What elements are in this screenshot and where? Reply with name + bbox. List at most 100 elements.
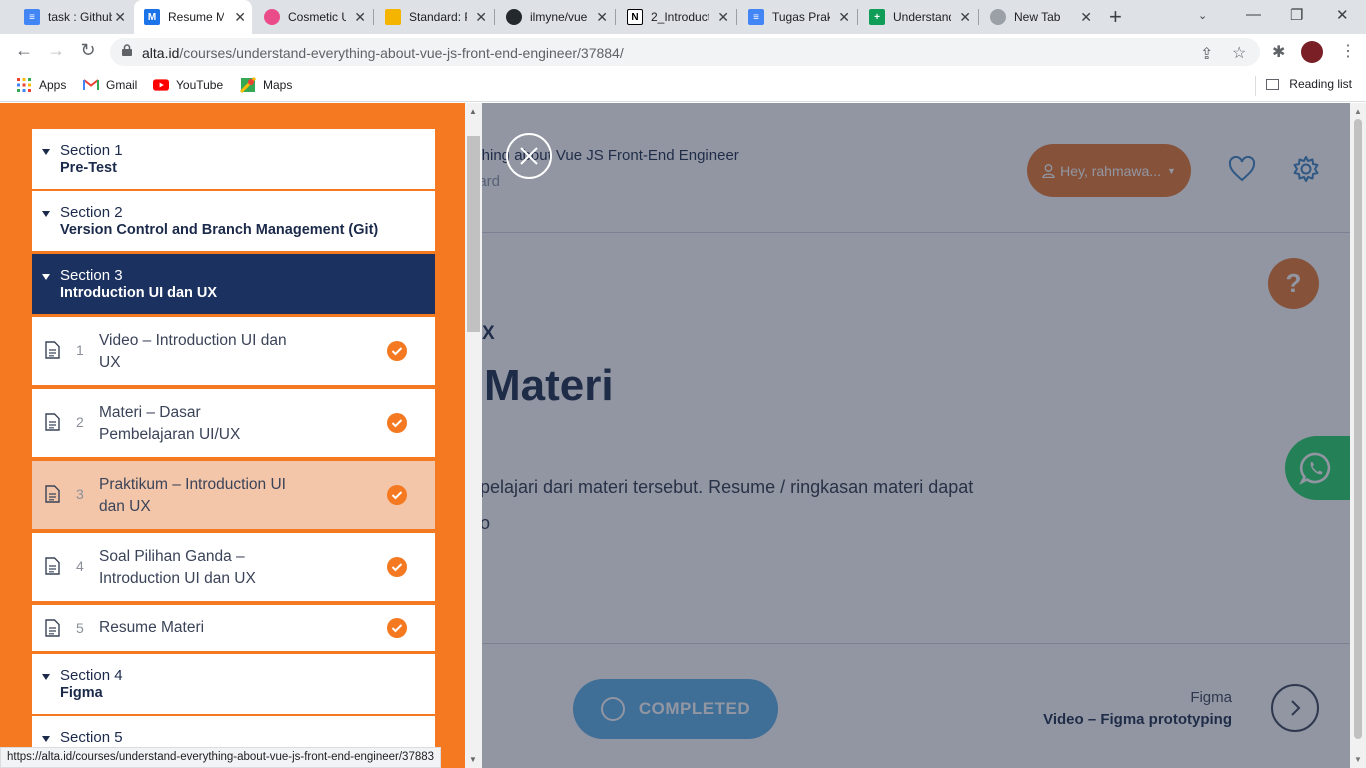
restore-icon[interactable]: ❐ (1290, 6, 1303, 24)
section-number: Section 3 (60, 267, 123, 284)
scroll-up-icon[interactable]: ▲ (469, 107, 477, 116)
link-status-bar: https://alta.id/courses/understand-every… (0, 747, 442, 768)
profile-avatar[interactable] (1301, 41, 1323, 63)
extensions-icon[interactable]: ✱ (1272, 42, 1285, 62)
document-icon (45, 413, 60, 431)
section-name: Version Control and Branch Management (G… (60, 222, 379, 238)
tab-github-vue[interactable]: ilmyne/vue ✕ (496, 0, 614, 34)
window-close-icon[interactable]: ✕ (1336, 6, 1349, 24)
address-bar[interactable]: alta.id/courses/understand-everything-ab… (110, 38, 1260, 66)
sidebar-scrollbar[interactable]: ▲ ▼ (465, 103, 482, 768)
section-2[interactable]: Section 2 Version Control and Branch Man… (32, 191, 435, 251)
lesson-title: Soal Pilihan Ganda – Introduction UI dan… (99, 548, 256, 587)
document-icon (45, 341, 60, 359)
tab-strip: ≡ task : Github ✕ M Resume Materi ✕ Cosm… (0, 0, 1366, 34)
close-icon[interactable]: ✕ (596, 9, 608, 26)
tab-cosmetic[interactable]: Cosmetic UI ✕ (254, 0, 372, 34)
url-host: alta.id (142, 45, 180, 61)
section-1[interactable]: Section 1 Pre-Test (32, 129, 435, 189)
scroll-down-icon[interactable]: ▼ (1354, 755, 1362, 764)
bookmarks-bar: Apps Gmail YouTube Maps Reading list (0, 70, 1366, 102)
tab-title: Understanding (893, 10, 951, 24)
bookmark-label: Gmail (106, 78, 138, 92)
tab-notion[interactable]: N 2_Introduction ✕ (617, 0, 735, 34)
tab-title: New Tab (1014, 10, 1061, 24)
scroll-up-icon[interactable]: ▲ (1354, 107, 1362, 116)
close-sidebar-button[interactable] (506, 133, 552, 179)
tab-title: 2_Introduction (651, 10, 709, 24)
slides-icon (385, 9, 401, 25)
section-4[interactable]: Section 4 Figma (32, 654, 435, 714)
tab-standard[interactable]: Standard: Pengumpulan ✕ (375, 0, 493, 34)
page-viewport: ything about Vue JS Front-End Engineer o… (0, 103, 1366, 768)
caret-down-icon (42, 736, 50, 742)
check-icon (387, 557, 407, 577)
close-icon[interactable]: ✕ (234, 9, 246, 26)
lesson-item-3[interactable]: 3 Praktikum – Introduction UI dan UX (32, 461, 435, 529)
lesson-item-4[interactable]: 4 Soal Pilihan Ganda – Introduction UI d… (32, 533, 435, 601)
lesson-item-2[interactable]: 2 Materi – Dasar Pembelajaran UI/UX (32, 389, 435, 457)
tab-title: Tugas Praktikum (772, 10, 830, 24)
sidebar-scrollbar-thumb[interactable] (467, 136, 480, 332)
gmail-icon (83, 77, 99, 93)
scrollbar-thumb[interactable] (1354, 119, 1362, 739)
lesson-title: Resume Materi (99, 619, 205, 636)
tab-tugas[interactable]: ≡ Tugas Praktikum ✕ (738, 0, 856, 34)
bookmark-apps[interactable]: Apps (16, 77, 66, 93)
section-3[interactable]: Section 3 Introduction UI dan UX (32, 254, 435, 314)
close-icon[interactable]: ✕ (838, 9, 850, 26)
tab-task-github[interactable]: ≡ task : Github ✕ (14, 0, 132, 34)
lesson-number: 1 (76, 342, 84, 358)
tab-separator (494, 9, 495, 25)
bookmark-star-icon[interactable]: ☆ (1232, 43, 1246, 63)
lock-icon (122, 44, 132, 56)
tab-understanding[interactable]: + Understanding ✕ (859, 0, 977, 34)
document-icon (45, 557, 60, 575)
forward-icon[interactable]: → (44, 40, 68, 61)
new-tab-icon[interactable]: + (1109, 4, 1122, 30)
github-icon (506, 9, 522, 25)
url-text: alta.id/courses/understand-everything-ab… (142, 45, 624, 61)
tab-new-tab[interactable]: New Tab ✕ (980, 0, 1098, 34)
youtube-icon (153, 77, 169, 93)
scroll-down-icon[interactable]: ▼ (469, 755, 477, 764)
lesson-number: 4 (76, 558, 84, 574)
close-icon[interactable]: ✕ (959, 9, 971, 26)
bookmark-youtube[interactable]: YouTube (153, 77, 223, 93)
reading-list-icon (1266, 78, 1280, 90)
caret-down-icon (42, 149, 50, 155)
tab-search-icon[interactable]: ⌄ (1198, 9, 1207, 22)
reading-list-button[interactable]: Reading list (1266, 77, 1352, 91)
section-name: Figma (60, 685, 103, 701)
close-icon[interactable]: ✕ (114, 9, 126, 26)
bookmark-maps[interactable]: Maps (240, 77, 292, 93)
check-icon (387, 413, 407, 433)
section-number: Section 2 (60, 204, 123, 221)
lesson-title: Materi – Dasar Pembelajaran UI/UX (99, 404, 241, 443)
close-icon[interactable]: ✕ (354, 9, 366, 26)
chrome-icon (990, 9, 1006, 25)
maps-icon (240, 77, 256, 93)
alta-icon: M (144, 9, 160, 25)
course-sidebar: Section 1 Pre-Test Section 2 Version Con… (0, 103, 465, 768)
section-number: Section 5 (60, 729, 123, 746)
close-icon[interactable]: ✕ (717, 9, 729, 26)
tab-title: task : Github (48, 10, 112, 24)
close-icon[interactable]: ✕ (1080, 9, 1092, 26)
close-icon[interactable]: ✕ (475, 9, 487, 26)
menu-icon[interactable]: ⋮ (1340, 41, 1356, 61)
lesson-item-5[interactable]: 5 Resume Materi (32, 605, 435, 651)
tab-separator (736, 9, 737, 25)
page-scrollbar[interactable]: ▲ ▼ (1350, 103, 1366, 768)
minimize-icon[interactable]: — (1246, 6, 1261, 23)
bookmark-gmail[interactable]: Gmail (83, 77, 137, 93)
bookmark-label: YouTube (176, 78, 224, 92)
reading-list-label: Reading list (1289, 77, 1352, 91)
lesson-item-1[interactable]: 1 Video – Introduction UI dan UX (32, 317, 435, 385)
tab-resume-materi[interactable]: M Resume Materi ✕ (134, 0, 252, 34)
tab-separator (978, 9, 979, 25)
lesson-number: 2 (76, 414, 84, 430)
share-icon[interactable]: ⇪ (1200, 44, 1213, 64)
back-icon[interactable]: ← (12, 40, 36, 61)
reload-icon[interactable]: ↻ (76, 40, 100, 61)
